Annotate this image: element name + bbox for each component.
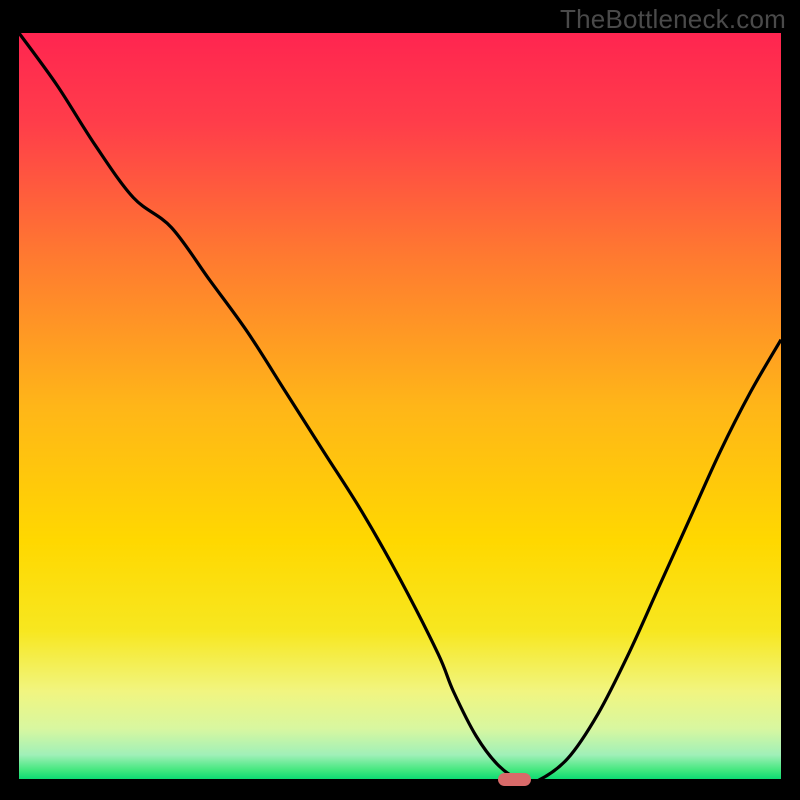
- chart-svg: [19, 33, 781, 781]
- optimal-marker: [498, 773, 531, 786]
- gradient-background: [19, 33, 781, 781]
- chart-container: TheBottleneck.com: [0, 0, 800, 800]
- plot-area: [19, 33, 781, 781]
- watermark-text: TheBottleneck.com: [560, 4, 786, 35]
